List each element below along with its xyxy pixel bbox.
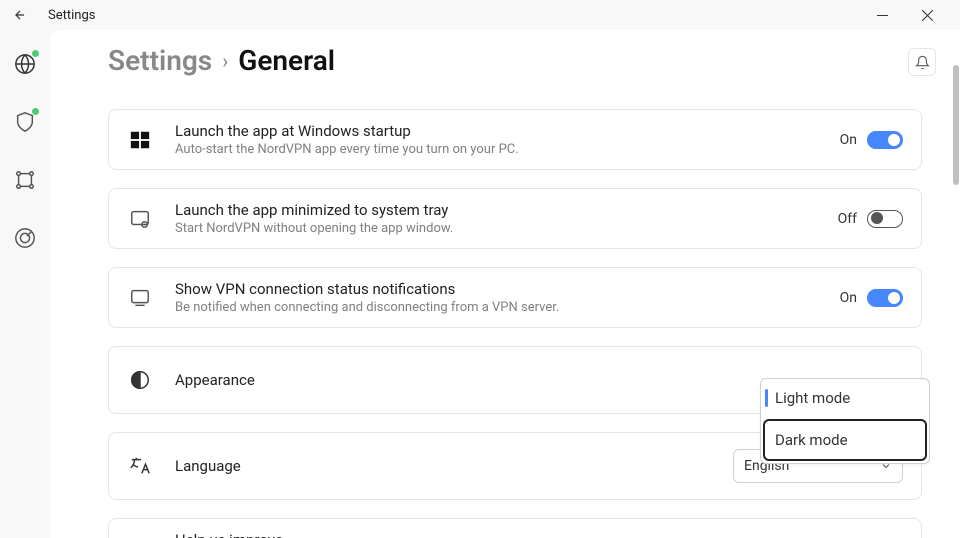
setting-desc: Auto-start the NordVPN app every time yo… bbox=[175, 142, 818, 157]
setting-title: Language bbox=[175, 457, 711, 475]
setting-help-improve: Help us improve Send us aggregate anonym… bbox=[108, 518, 922, 538]
toggle-notifications[interactable] bbox=[867, 289, 903, 307]
monitor-icon bbox=[127, 285, 153, 311]
toggle-state-label: Off bbox=[838, 211, 857, 227]
setting-launch-startup: Launch the app at Windows startup Auto-s… bbox=[108, 109, 922, 170]
minimize-button[interactable] bbox=[860, 0, 905, 30]
tray-icon bbox=[127, 206, 153, 232]
breadcrumb: Settings › General bbox=[108, 44, 922, 77]
sidebar-shield[interactable] bbox=[13, 110, 37, 134]
sidebar-globe[interactable] bbox=[13, 52, 37, 76]
setting-notifications: Show VPN connection status notifications… bbox=[108, 267, 922, 328]
toggle-state-label: On bbox=[840, 290, 857, 306]
sidebar bbox=[0, 30, 50, 538]
setting-title: Help us improve bbox=[175, 531, 818, 538]
language-icon bbox=[127, 453, 153, 479]
chevron-right-icon: › bbox=[222, 49, 228, 73]
sidebar-target[interactable] bbox=[13, 226, 37, 250]
close-button[interactable] bbox=[905, 0, 950, 30]
appearance-dropdown: Light mode Dark mode bbox=[760, 378, 930, 464]
toggle-launch-startup[interactable] bbox=[867, 131, 903, 149]
main-panel: Settings › General Launch the app at Win… bbox=[50, 30, 960, 538]
appearance-option-light[interactable]: Light mode bbox=[761, 379, 929, 417]
sidebar-mesh[interactable] bbox=[13, 168, 37, 192]
back-button[interactable] bbox=[10, 5, 30, 25]
setting-desc: Start NordVPN without opening the app wi… bbox=[175, 221, 816, 236]
setting-minimize-tray: Launch the app minimized to system tray … bbox=[108, 188, 922, 249]
moon-icon bbox=[127, 367, 153, 393]
appearance-option-dark[interactable]: Dark mode bbox=[763, 419, 927, 461]
status-dot-icon bbox=[32, 108, 39, 115]
windows-icon bbox=[127, 127, 153, 153]
setting-title: Launch the app at Windows startup bbox=[175, 122, 818, 140]
setting-desc: Be notified when connecting and disconne… bbox=[175, 300, 818, 315]
breadcrumb-parent[interactable]: Settings bbox=[108, 44, 212, 77]
toggle-state-label: On bbox=[840, 132, 857, 148]
scrollbar[interactable] bbox=[952, 65, 960, 335]
titlebar: Settings bbox=[0, 0, 960, 30]
status-dot-icon bbox=[32, 50, 39, 57]
window-title: Settings bbox=[48, 8, 95, 23]
toggle-minimize-tray[interactable] bbox=[867, 210, 903, 228]
setting-title: Show VPN connection status notifications bbox=[175, 280, 818, 298]
setting-title: Appearance bbox=[175, 371, 711, 389]
breadcrumb-current: General bbox=[238, 44, 335, 77]
notifications-button[interactable] bbox=[908, 48, 936, 76]
setting-title: Launch the app minimized to system tray bbox=[175, 201, 816, 219]
